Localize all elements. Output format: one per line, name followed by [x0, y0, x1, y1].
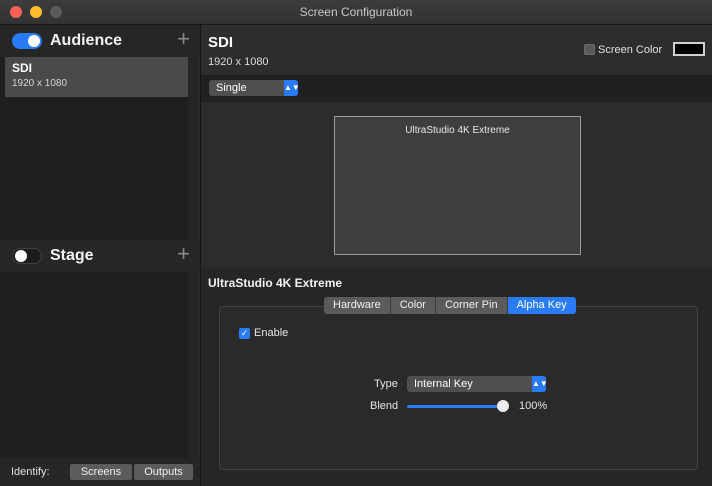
- screen-preview-area: UltraStudio 4K Extreme: [201, 102, 712, 268]
- screen-item-name: SDI: [12, 61, 33, 75]
- add-stage-screen-icon[interactable]: +: [177, 243, 190, 265]
- select-stepper-icon: ▲▼: [284, 80, 300, 96]
- mode-select[interactable]: Single ▲▼: [209, 80, 300, 96]
- stage-group-title: Stage: [50, 247, 94, 264]
- screen-color-swatch[interactable]: [673, 42, 705, 56]
- screen-item-sdi[interactable]: SDI 1920 x 1080: [5, 57, 188, 97]
- screen-resolution: 1920 x 1080: [208, 56, 269, 68]
- tab-hardware[interactable]: Hardware: [324, 297, 391, 314]
- enable-label: Enable: [254, 327, 289, 339]
- device-tabs: Hardware Color Corner Pin Alpha Key: [324, 297, 576, 314]
- identify-bar: Identify: Screens Outputs: [0, 458, 200, 486]
- screen-item-resolution: 1920 x 1080: [12, 78, 68, 89]
- identify-label: Identify:: [11, 466, 50, 478]
- select-stepper-icon: ▲▼: [532, 376, 548, 392]
- audience-group-header: Audience +: [0, 25, 200, 57]
- screen-title: SDI: [208, 34, 234, 51]
- stage-list: [0, 272, 188, 458]
- add-audience-screen-icon[interactable]: +: [177, 28, 190, 50]
- type-label: Type: [374, 378, 398, 390]
- main-panel: SDI 1920 x 1080 Screen Color Single ▲▼ U…: [201, 25, 712, 486]
- blend-label: Blend: [370, 400, 399, 412]
- audience-toggle[interactable]: [12, 33, 42, 49]
- output-preview[interactable]: UltraStudio 4K Extreme: [334, 116, 581, 255]
- blend-value: 100%: [519, 400, 548, 412]
- stage-toggle[interactable]: [12, 248, 42, 264]
- device-title: UltraStudio 4K Extreme: [208, 276, 343, 290]
- screen-color-checkbox[interactable]: [584, 44, 595, 55]
- title-bar: Screen Configuration: [0, 0, 712, 25]
- key-type-value: Internal Key: [414, 378, 473, 390]
- sidebar: Audience + SDI 1920 x 1080 Stage + Ident…: [0, 25, 201, 486]
- output-preview-label: UltraStudio 4K Extreme: [405, 125, 510, 136]
- mode-select-value: Single: [216, 82, 247, 94]
- window-title: Screen Configuration: [299, 5, 413, 19]
- screen-header: SDI 1920 x 1080 Screen Color: [201, 25, 712, 75]
- blend-slider-track[interactable]: [407, 405, 507, 408]
- identify-screens-button[interactable]: Screens: [70, 464, 132, 480]
- stage-list-scrollbar[interactable]: [188, 272, 199, 458]
- identify-outputs-button[interactable]: Outputs: [134, 464, 193, 480]
- key-type-select[interactable]: Internal Key ▲▼: [407, 376, 548, 392]
- tab-color[interactable]: Color: [390, 297, 436, 314]
- screen-color-label: Screen Color: [598, 44, 663, 56]
- enable-checkbox[interactable]: ✓: [239, 328, 250, 339]
- tab-alpha-key[interactable]: Alpha Key: [507, 297, 576, 314]
- mode-bar: Single ▲▼: [201, 75, 712, 102]
- blend-slider-knob[interactable]: [497, 400, 509, 412]
- stage-group-header: Stage +: [0, 240, 200, 272]
- audience-list-scrollbar[interactable]: [188, 57, 199, 240]
- audience-group-title: Audience: [50, 32, 123, 49]
- tab-corner-pin[interactable]: Corner Pin: [435, 297, 508, 314]
